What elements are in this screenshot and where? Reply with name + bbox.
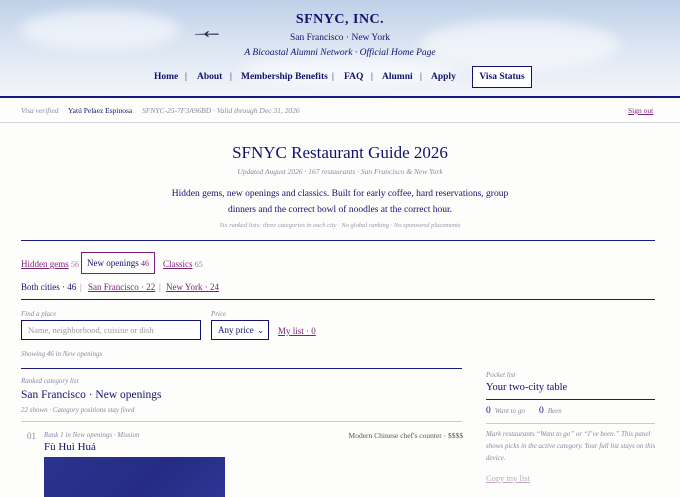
updated-line: Updated August 2026 · 167 restaurants · … [237, 167, 443, 176]
city-separator: | [159, 282, 161, 292]
divider [486, 423, 655, 424]
entry-cuisine: Modern Chinese chef's counter · $$$$ [348, 431, 463, 440]
nav-separator: | [185, 72, 187, 82]
nav-apply[interactable]: Apply [431, 72, 456, 82]
chevron-down-icon: ⌄ [257, 326, 264, 335]
entry-photo [44, 457, 225, 497]
entry-meta: Rank 1 in New openings · Mission [44, 431, 140, 439]
brand-title: SFNYC, INC. [295, 12, 385, 27]
ranked-list-title: San Francisco · New openings [21, 389, 162, 401]
want-to-go-counter: 0 Want to go [486, 406, 525, 416]
main-nav: Home | About | Membership Benefits | FAQ… [0, 67, 680, 87]
tab-label: Hidden gems [21, 259, 69, 269]
tab-classics[interactable]: Classics 65 [163, 259, 203, 269]
city-filter-both[interactable]: Both cities · 46 [21, 282, 76, 292]
nav-about[interactable]: About [197, 72, 222, 82]
been-label: Been [547, 407, 562, 415]
page-title: SFNYC Restaurant Guide 2026 [232, 143, 448, 162]
member-name: Yatú Pelaez Espinosa [68, 106, 133, 115]
visa-bar: Visa verified Yatú Pelaez Espinosa SFNYC… [0, 98, 680, 123]
brand-tagline: A Bicoastal Alumni Network · Official Ho… [244, 48, 436, 58]
brand-cities: San Francisco · New York [289, 33, 390, 43]
copy-my-list-link[interactable]: Copy my list [486, 473, 530, 483]
been-counter: 0 Been [539, 406, 562, 416]
nav-faq[interactable]: FAQ [344, 72, 363, 82]
ranked-list-label: Ranked category list [21, 377, 79, 385]
price-label: Price [211, 310, 227, 318]
nav-home[interactable]: Home [154, 72, 178, 82]
nav-separator: | [332, 72, 334, 82]
price-value: Any price [218, 325, 254, 335]
nav-alumni[interactable]: Alumni [382, 72, 413, 82]
tab-count: 65 [194, 260, 203, 269]
tab-label: New openings [87, 258, 139, 268]
sign-out-link[interactable]: Sign out [628, 106, 653, 115]
entry-name[interactable]: Fù Huì Huá [44, 441, 96, 453]
city-filter-sf[interactable]: San Francisco · 22 [88, 282, 155, 292]
ranking-note: Six ranked lists: three categories in ea… [219, 222, 461, 229]
intro-text: Hidden gems, new openings and classics. … [171, 189, 509, 215]
visa-verified-label: Visa verified [21, 106, 59, 115]
my-list-link[interactable]: My list · 0 [278, 326, 316, 336]
tab-count: 56 [71, 260, 79, 269]
pocket-list-label: Pocket list [486, 371, 516, 379]
been-count: 0 [539, 406, 544, 416]
nav-separator: | [371, 72, 373, 82]
search-input[interactable] [21, 320, 201, 340]
tab-new-openings[interactable]: New openings 46 [81, 252, 155, 274]
pocket-list-description: Mark restaurants “Want to go” or “I’ve b… [486, 430, 656, 462]
tab-count: 46 [141, 259, 149, 268]
shown-count: 22 shown · Category positions stay fixed [21, 406, 135, 414]
divider [21, 368, 462, 369]
pocket-list-title: Your two-city table [486, 382, 568, 393]
divider [486, 399, 655, 400]
want-count: 0 [486, 406, 491, 416]
divider [21, 299, 655, 300]
divider [21, 240, 655, 241]
find-label: Find a place [21, 310, 57, 318]
divider [21, 421, 462, 422]
nav-separator: | [230, 72, 232, 82]
want-label: Want to go [494, 407, 525, 415]
visa-status-button[interactable]: Visa Status [472, 66, 532, 88]
tab-label: Classics [163, 259, 193, 269]
entry-number: 01 [27, 431, 36, 441]
price-select[interactable]: Any price ⌄ [211, 320, 269, 340]
nav-separator: | [420, 72, 422, 82]
tab-hidden-gems[interactable]: Hidden gems 56 [21, 259, 79, 269]
city-separator: | [80, 282, 82, 292]
showing-count: Showing 46 in New openings [21, 350, 103, 358]
visa-id: SFNYC-25-7F3A96BD · Valid through Dec 31… [142, 106, 300, 115]
city-filter-ny[interactable]: New York · 24 [166, 282, 219, 292]
nav-membership-benefits[interactable]: Membership Benefits [241, 72, 328, 82]
